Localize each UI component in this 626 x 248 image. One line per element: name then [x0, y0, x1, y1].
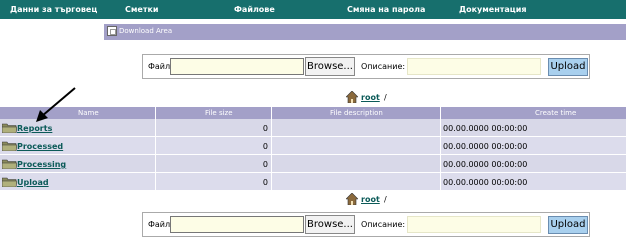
nav-item-accounts[interactable]: Сметки [125, 5, 159, 14]
file-size: 0 [262, 142, 268, 151]
description-label: Описание: [361, 220, 406, 229]
table-row: Upload 0 00.00.0000 00:00:00 [0, 173, 626, 191]
column-divider [440, 107, 441, 192]
folder-icon [2, 177, 17, 187]
arrow-annotation [36, 87, 76, 122]
folder-link-upload[interactable]: Upload [17, 178, 49, 187]
upload-button[interactable]: Upload [548, 58, 588, 76]
table-row: Processing 0 00.00.0000 00:00:00 [0, 155, 626, 173]
nav-item-files[interactable]: Файлове [234, 5, 275, 14]
header-file-size[interactable]: File size [205, 109, 233, 117]
breadcrumb-separator: / [384, 195, 387, 204]
description-input[interactable] [407, 58, 541, 75]
file-size: 0 [262, 178, 268, 187]
home-icon[interactable] [346, 91, 358, 103]
file-input[interactable] [170, 58, 304, 75]
file-input[interactable] [170, 216, 304, 233]
folder-link-processing[interactable]: Processing [17, 160, 66, 169]
home-icon[interactable] [346, 193, 358, 205]
create-time: 00.00.0000 00:00:00 [443, 160, 528, 169]
nav-item-merchant-data[interactable]: Данни за търговец [10, 5, 97, 14]
header-file-description[interactable]: File description [330, 109, 383, 117]
nav-item-change-password[interactable]: Смяна на парола [347, 5, 425, 14]
upload-button[interactable]: Upload [548, 216, 588, 234]
upload-form-top: Файл: Browse... Описание: Upload [142, 54, 590, 79]
create-time: 00.00.0000 00:00:00 [443, 124, 528, 133]
folder-link-processed[interactable]: Processed [17, 142, 63, 151]
column-divider [271, 107, 272, 192]
create-time: 00.00.0000 00:00:00 [443, 178, 528, 187]
nav-item-documentation[interactable]: Документация [459, 5, 526, 14]
file-size: 0 [262, 160, 268, 169]
folder-icon [2, 141, 17, 151]
top-nav: Данни за търговец Сметки Файлове Смяна н… [0, 0, 626, 19]
browse-button[interactable]: Browse... [305, 215, 355, 234]
download-area-bar: Download Area [104, 23, 626, 41]
breadcrumb-separator: / [384, 93, 387, 102]
create-time: 00.00.0000 00:00:00 [443, 142, 528, 151]
description-input[interactable] [407, 216, 541, 233]
folder-icon [2, 159, 17, 169]
browse-button[interactable]: Browse... [305, 57, 355, 76]
header-create-time[interactable]: Create time [535, 109, 576, 117]
column-divider [155, 107, 156, 192]
table-row: Reports 0 00.00.0000 00:00:00 [0, 119, 626, 137]
upload-form-bottom: Файл: Browse... Описание: Upload [142, 212, 590, 237]
download-area-label: Download Area [119, 27, 173, 35]
table-row: Processed 0 00.00.0000 00:00:00 [0, 137, 626, 155]
root-link[interactable]: root [361, 195, 380, 204]
download-area-icon [107, 26, 117, 36]
folder-icon [2, 123, 17, 133]
description-label: Описание: [361, 62, 406, 71]
table-header: Name File size File description Create t… [0, 107, 626, 119]
file-size: 0 [262, 124, 268, 133]
header-name[interactable]: Name [78, 109, 99, 117]
root-link[interactable]: root [361, 93, 380, 102]
